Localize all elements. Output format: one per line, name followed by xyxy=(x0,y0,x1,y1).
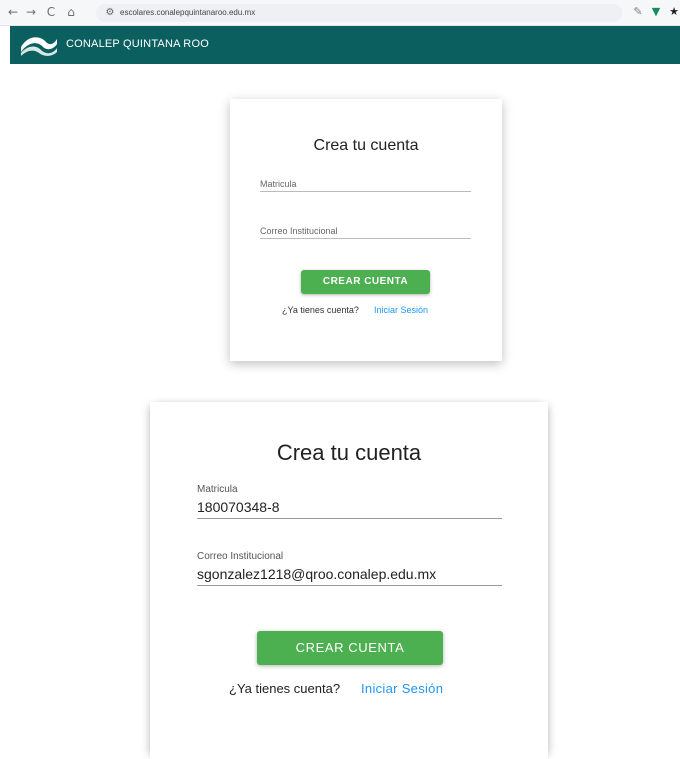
site-info-icon[interactable]: ⚙ xyxy=(104,7,116,19)
back-icon[interactable]: ← xyxy=(4,3,22,21)
browser-toolbar: ← → C ⌂ ⚙ escolares.conalepquintanaroo.e… xyxy=(0,0,680,26)
extension-vue-icon[interactable]: ▼ xyxy=(648,4,664,20)
login-question: ¿Ya tienes cuenta? xyxy=(282,305,359,315)
correo-input[interactable] xyxy=(260,238,471,239)
reload-icon[interactable]: C xyxy=(42,3,60,21)
home-icon[interactable]: ⌂ xyxy=(62,3,80,21)
login-question-zoomed: ¿Ya tienes cuenta? xyxy=(229,681,341,696)
brand-name[interactable]: CONALEP QUINTANA ROO xyxy=(66,38,209,50)
correo-input-filled[interactable]: sgonzalez1218@qroo.conalep.edu.mx xyxy=(197,566,436,582)
matricula-underline xyxy=(197,518,502,519)
address-bar[interactable]: ⚙ escolares.conalepquintanaroo.edu.mx xyxy=(96,4,622,22)
correo-placeholder[interactable]: Correo Institucional xyxy=(260,226,338,236)
url-text[interactable]: escolares.conalepquintanaroo.edu.mx xyxy=(120,7,255,19)
correo-underline xyxy=(197,585,502,586)
iniciar-sesion-link[interactable]: Iniciar Sesión xyxy=(374,305,428,315)
signup-card-zoomed: Crea tu cuenta Matricula 180070348-8 Cor… xyxy=(150,402,548,759)
matricula-label: Matricula xyxy=(197,484,238,495)
crear-cuenta-button[interactable]: CREAR CUENTA xyxy=(301,270,430,294)
crear-cuenta-button-zoomed[interactable]: CREAR CUENTA xyxy=(257,631,443,665)
signup-card-small: Crea tu cuenta Matricula Correo Instituc… xyxy=(230,99,502,361)
matricula-input[interactable] xyxy=(260,191,471,192)
matricula-input-filled[interactable]: 180070348-8 xyxy=(197,499,280,515)
forward-icon[interactable]: → xyxy=(22,3,40,21)
conalep-logo-icon[interactable] xyxy=(18,33,60,57)
correo-label: Correo Institucional xyxy=(197,551,284,562)
iniciar-sesion-link-zoomed[interactable]: Iniciar Sesión xyxy=(361,681,443,696)
signup-title: Crea tu cuenta xyxy=(313,137,419,154)
extension-pen-icon[interactable]: ✎ xyxy=(630,4,646,20)
signup-title-zoomed: Crea tu cuenta xyxy=(276,440,422,465)
matricula-placeholder[interactable]: Matricula xyxy=(260,179,297,189)
bookmark-star-icon[interactable]: ★ xyxy=(666,4,680,20)
site-header: CONALEP QUINTANA ROO xyxy=(10,26,680,64)
